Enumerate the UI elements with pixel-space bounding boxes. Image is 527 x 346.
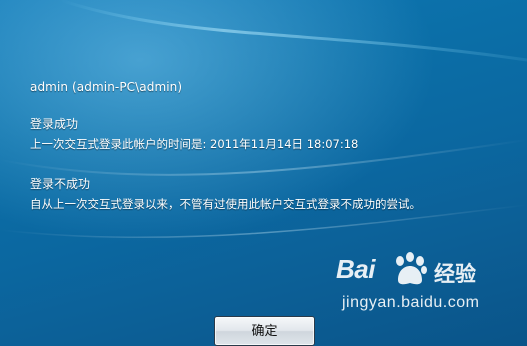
success-title: 登录成功 <box>30 117 79 131</box>
last-logon-time-text: 上一次交互式登录此帐户的时间是: 2011年11月14日 18:07:18 <box>30 137 359 151</box>
baidu-logo: Bai 经验 <box>330 252 510 288</box>
failed-attempts-text: 自从上一次交互式登录以来，不管有过使用此帐户交互式登录不成功的尝试。 <box>30 197 421 211</box>
watermark-brand-bai: Bai <box>336 254 375 284</box>
logon-info-screen: admin (admin-PC\admin) 登录成功 上一次交互式登录此帐户的… <box>0 0 527 346</box>
failure-section: 登录不成功 自从上一次交互式登录以来，不管有过使用此帐户交互式登录不成功的尝试。 <box>30 175 510 212</box>
logon-info-panel: admin (admin-PC\admin) 登录成功 上一次交互式登录此帐户的… <box>30 80 510 235</box>
watermark-brand-jingyan: 经验 <box>434 262 476 286</box>
paw-icon <box>396 252 427 285</box>
success-section: 登录成功 上一次交互式登录此帐户的时间是: 2011年11月14日 18:07:… <box>30 115 510 152</box>
ok-button[interactable]: 确定 <box>214 316 315 346</box>
baidu-jingyan-watermark: Bai 经验 jingyan.baidu.com <box>330 252 510 322</box>
user-account-label: admin (admin-PC\admin) <box>30 80 183 94</box>
failure-title: 登录不成功 <box>30 177 91 191</box>
watermark-url: jingyan.baidu.com <box>342 294 480 311</box>
